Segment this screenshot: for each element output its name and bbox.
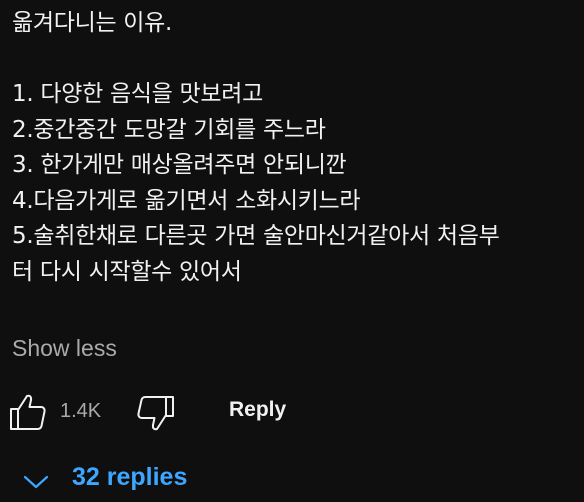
replies-count-label: 32 replies xyxy=(72,463,188,491)
like-count: 1.4K xyxy=(60,400,102,422)
comment-line: 2.중간중간 도망갈 기회를 주느라 xyxy=(12,116,326,143)
chevron-down-icon xyxy=(23,475,49,489)
reply-button[interactable]: Reply xyxy=(229,398,286,422)
comment-thread: 옮겨다니는 이유. 1. 다양한 음식을 맛보려고 2.중간중간 도망갈 기회를… xyxy=(0,0,584,502)
comment-line: 터 다시 시작할수 있어서 xyxy=(12,258,242,285)
like-button[interactable] xyxy=(8,392,48,432)
comment-line: 1. 다양한 음식을 맛보려고 xyxy=(12,81,263,107)
comment-line: 옮겨다니는 이유. xyxy=(12,10,173,36)
comment-line: 3. 한가게만 매상올려주면 안되니깐 xyxy=(12,152,347,178)
show-less-button[interactable]: Show less xyxy=(12,335,117,362)
dislike-button[interactable] xyxy=(134,394,174,434)
thumbs-down-icon xyxy=(137,396,174,431)
comment-actions: 1.4K Reply xyxy=(0,388,584,436)
comment-line: 4.다음가게로 옮기면서 소화시키느라 xyxy=(12,187,361,214)
view-replies-button[interactable]: 32 replies xyxy=(18,462,218,498)
thumbs-up-icon xyxy=(10,394,46,430)
comment-line-blank xyxy=(12,42,578,78)
comment-line: 5.술취한채로 다른곳 가면 술안마신거같아서 처음부 xyxy=(12,223,500,249)
comment-text: 옮겨다니는 이유. 1. 다양한 음식을 맛보려고 2.중간중간 도망갈 기회를… xyxy=(12,6,578,290)
